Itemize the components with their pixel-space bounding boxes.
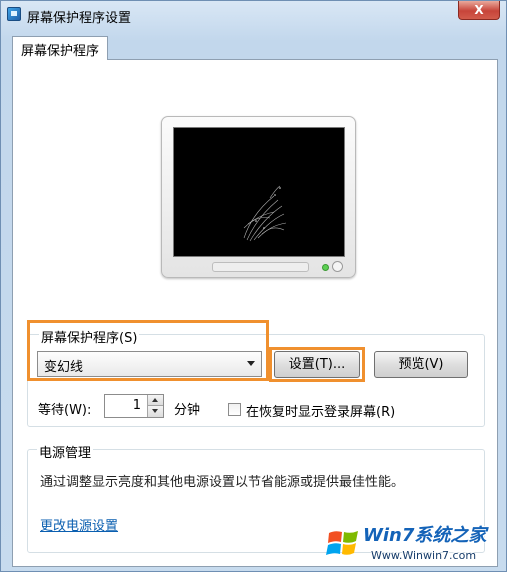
tab-screensaver[interactable]: 屏幕保护程序 xyxy=(12,36,108,60)
close-button[interactable]: X xyxy=(458,1,500,20)
title-bar[interactable]: 屏幕保护程序设置 X xyxy=(1,1,506,29)
watermark-brand: Win7系统之家 xyxy=(363,525,487,546)
wait-minutes-value[interactable]: 1 xyxy=(133,398,141,413)
window-title: 屏幕保护程序设置 xyxy=(27,11,132,26)
wait-label: 等待(W): xyxy=(38,403,92,418)
power-button-icon xyxy=(332,261,343,272)
power-group-label: 电源管理 xyxy=(37,442,94,461)
watermark: Win7系统之家 Www.Winwin7.com xyxy=(323,519,503,569)
settings-button[interactable]: 设置(T)... xyxy=(274,351,360,378)
change-power-settings-link[interactable]: 更改电源设置 xyxy=(40,515,118,534)
spin-down-icon[interactable] xyxy=(147,406,163,417)
screensaver-settings-window: 屏幕保护程序设置 X 屏幕保护程序 屏幕保护程序(S) 变幻线 设置(T)...… xyxy=(0,0,507,572)
power-description: 通过调整显示亮度和其他电源设置以节省能源或提供最佳性能。 xyxy=(40,475,405,490)
watermark-url: Www.Winwin7.com xyxy=(371,549,477,562)
preview-screen xyxy=(173,127,345,257)
minutes-label: 分钟 xyxy=(174,403,201,418)
display-settings-icon xyxy=(7,7,21,21)
screensaver-dropdown[interactable]: 变幻线 xyxy=(37,351,262,377)
monitor-preview xyxy=(161,116,356,278)
wait-minutes-stepper[interactable]: 1 xyxy=(104,394,164,418)
spin-up-icon[interactable] xyxy=(147,395,163,406)
preview-button[interactable]: 预览(V) xyxy=(374,351,468,378)
resume-logon-label[interactable]: 在恢复时显示登录屏幕(R) xyxy=(246,401,395,420)
chevron-down-icon xyxy=(247,361,255,366)
ribbons-preview-image xyxy=(243,185,287,242)
windows-logo-icon xyxy=(326,531,358,555)
power-led-icon xyxy=(322,264,329,271)
monitor-base-slot xyxy=(212,262,309,272)
screensaver-dropdown-value: 变幻线 xyxy=(44,360,84,375)
resume-logon-checkbox[interactable] xyxy=(228,403,241,416)
